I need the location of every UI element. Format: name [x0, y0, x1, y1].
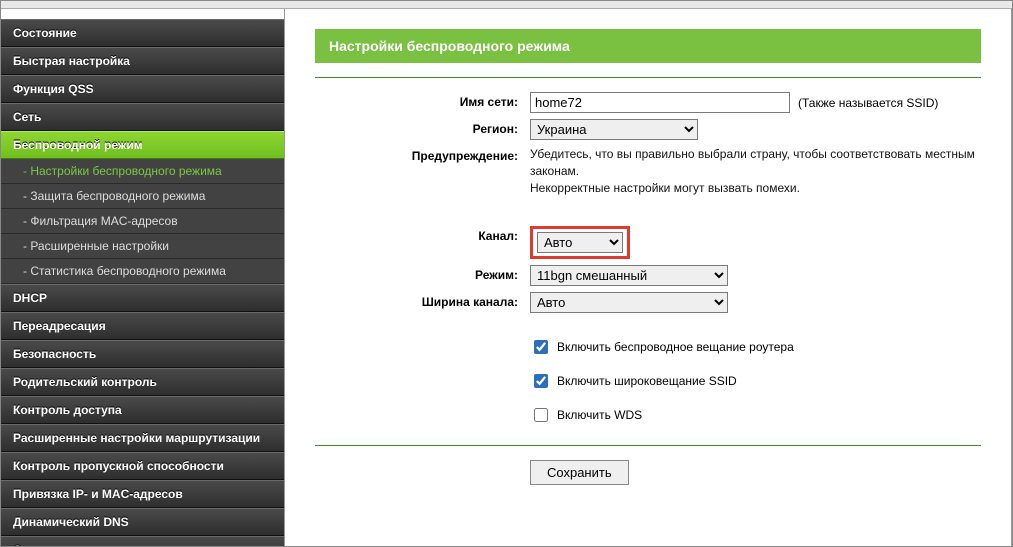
sidebar-item-network[interactable]: Сеть [1, 103, 284, 131]
sidebar-sub-wireless-stats[interactable]: - Статистика беспроводного режима [1, 259, 284, 284]
label-width: Ширина канала: [315, 292, 530, 309]
label-region: Регион: [315, 119, 530, 136]
sidebar-item-qss[interactable]: Функция QSS [1, 75, 284, 103]
sidebar-sub-advanced[interactable]: - Расширенные настройки [1, 234, 284, 259]
cb-router-broadcast[interactable] [534, 340, 548, 354]
channel-highlight: Авто [530, 226, 630, 259]
sidebar-item-bandwidth[interactable]: Контроль пропускной способности [1, 452, 284, 480]
content-panel: Настройки беспроводного режима Имя сети:… [285, 9, 1012, 546]
cb-label-wds: Включить WDS [557, 408, 642, 422]
sidebar-sub-mac-filter[interactable]: - Фильтрация MAC-адресов [1, 209, 284, 234]
ssid-input[interactable] [530, 92, 790, 113]
sidebar-sub-wireless-security[interactable]: - Защита беспроводного режима [1, 184, 284, 209]
cb-row-ssid-broadcast[interactable]: Включить широковещание SSID [530, 371, 737, 391]
sidebar-item-status[interactable]: Состояние [1, 19, 284, 47]
sidebar-sub-wireless-settings[interactable]: - Настройки беспроводного режима [1, 159, 284, 184]
sidebar-item-wireless[interactable]: Беспроводной режим [1, 131, 284, 159]
label-warning: Предупреждение: [315, 146, 530, 163]
label-mode: Режим: [315, 265, 530, 282]
sidebar-item-dhcp[interactable]: DHCP [1, 284, 284, 312]
cb-ssid-broadcast[interactable] [534, 374, 548, 388]
save-button[interactable]: Сохранить [530, 460, 629, 485]
sidebar-item-ddns[interactable]: Динамический DNS [1, 508, 284, 536]
sidebar-item-parental[interactable]: Родительский контроль [1, 368, 284, 396]
warning-text: Убедитесь, что вы правильно выбрали стра… [530, 146, 981, 196]
sidebar-item-quick-setup[interactable]: Быстрая настройка [1, 47, 284, 75]
sidebar-item-access-control[interactable]: Контроль доступа [1, 396, 284, 424]
cb-row-wds[interactable]: Включить WDS [530, 405, 642, 425]
label-ssid: Имя сети: [315, 92, 530, 109]
sidebar-item-security[interactable]: Безопасность [1, 340, 284, 368]
cb-label-router-broadcast: Включить беспроводное вещание роутера [557, 340, 794, 354]
sidebar: Состояние Быстрая настройка Функция QSS … [1, 9, 285, 546]
width-select[interactable]: Авто [530, 292, 728, 313]
cb-wds[interactable] [534, 408, 548, 422]
cb-label-ssid-broadcast: Включить широковещание SSID [557, 374, 737, 388]
cb-row-router-broadcast[interactable]: Включить беспроводное вещание роутера [530, 337, 794, 357]
mode-select[interactable]: 11bgn смешанный [530, 265, 728, 286]
sidebar-item-ip-mac-binding[interactable]: Привязка IP- и MAC-адресов [1, 480, 284, 508]
channel-select[interactable]: Авто [537, 232, 623, 253]
sidebar-item-routing[interactable]: Расширенные настройки маршрутизации [1, 424, 284, 452]
sidebar-item-system-tools[interactable]: Системные инструменты [1, 536, 284, 547]
panel-title: Настройки беспроводного режима [315, 29, 981, 63]
region-select[interactable]: Украина [530, 119, 698, 140]
sidebar-item-forwarding[interactable]: Переадресация [1, 312, 284, 340]
ssid-hint: (Также называется SSID) [798, 96, 938, 110]
label-channel: Канал: [315, 226, 530, 243]
